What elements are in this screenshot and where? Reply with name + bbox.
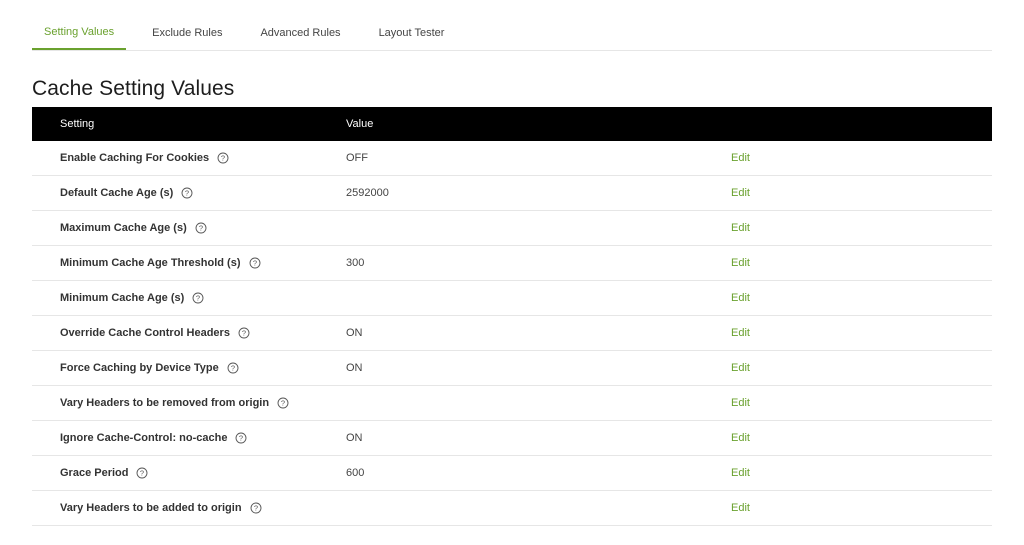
help-icon[interactable]: ?: [181, 187, 193, 199]
tab-bar: Setting Values Exclude Rules Advanced Ru…: [32, 16, 992, 51]
setting-label: Minimum Cache Age Threshold (s): [60, 257, 241, 269]
help-icon[interactable]: ?: [235, 432, 247, 444]
action-cell: Edit: [731, 257, 992, 269]
edit-link[interactable]: Edit: [731, 362, 750, 374]
table-row: Enable Caching For Cookies? OFF Edit: [32, 141, 992, 176]
setting-cell: Vary Headers to be added to origin?: [32, 502, 346, 514]
svg-text:?: ?: [196, 294, 200, 303]
edit-link[interactable]: Edit: [731, 257, 750, 269]
edit-link[interactable]: Edit: [731, 292, 750, 304]
setting-cell: Vary Headers to be removed from origin?: [32, 397, 346, 409]
setting-label: Enable Caching For Cookies: [60, 152, 210, 164]
column-header-value: Value: [346, 118, 374, 130]
edit-link[interactable]: Edit: [731, 152, 750, 164]
action-cell: Edit: [731, 327, 992, 339]
edit-link[interactable]: Edit: [731, 397, 750, 409]
setting-label: Default Cache Age (s): [60, 187, 174, 199]
svg-text:?: ?: [239, 434, 243, 443]
svg-text:?: ?: [199, 224, 203, 233]
setting-label: Grace Period: [60, 467, 129, 479]
edit-link[interactable]: Edit: [731, 327, 750, 339]
setting-label: Force Caching by Device Type: [60, 362, 219, 374]
setting-label: Ignore Cache-Control: no-cache: [60, 432, 228, 444]
help-icon[interactable]: ?: [195, 222, 207, 234]
help-icon[interactable]: ?: [249, 257, 261, 269]
value-cell: 300: [346, 257, 365, 269]
settings-table: Setting Value Enable Caching For Cookies…: [32, 107, 992, 526]
help-icon[interactable]: ?: [136, 467, 148, 479]
table-row: Vary Headers to be removed from origin? E…: [32, 386, 992, 421]
help-icon[interactable]: ?: [277, 397, 289, 409]
setting-cell: Force Caching by Device Type?: [32, 362, 346, 374]
table-row: Default Cache Age (s)? 2592000 Edit: [32, 176, 992, 211]
value-cell: ON: [346, 327, 363, 339]
setting-cell: Enable Caching For Cookies?: [32, 152, 346, 164]
help-icon[interactable]: ?: [227, 362, 239, 374]
page: Setting Values Exclude Rules Advanced Ru…: [0, 0, 1024, 545]
setting-cell: Ignore Cache-Control: no-cache?: [32, 432, 346, 444]
edit-link[interactable]: Edit: [731, 467, 750, 479]
setting-cell: Grace Period?: [32, 467, 346, 479]
action-cell: Edit: [731, 187, 992, 199]
table-row: Force Caching by Device Type? ON Edit: [32, 351, 992, 386]
setting-cell: Override Cache Control Headers?: [32, 327, 346, 339]
edit-link[interactable]: Edit: [731, 222, 750, 234]
svg-text:?: ?: [231, 364, 235, 373]
tab-exclude-rules[interactable]: Exclude Rules: [140, 16, 234, 50]
help-icon[interactable]: ?: [250, 502, 262, 514]
help-icon[interactable]: ?: [192, 292, 204, 304]
svg-text:?: ?: [281, 399, 285, 408]
action-cell: Edit: [731, 292, 992, 304]
table-header: Setting Value: [32, 107, 992, 141]
action-cell: Edit: [731, 152, 992, 164]
edit-link[interactable]: Edit: [731, 502, 750, 514]
svg-text:?: ?: [185, 189, 189, 198]
action-cell: Edit: [731, 362, 992, 374]
table-row: Grace Period? 600 Edit: [32, 456, 992, 491]
setting-cell: Minimum Cache Age (s)?: [32, 292, 346, 304]
action-cell: Edit: [731, 397, 992, 409]
action-cell: Edit: [731, 222, 992, 234]
table-row: Vary Headers to be added to origin? Edit: [32, 491, 992, 526]
setting-label: Vary Headers to be removed from origin: [60, 397, 270, 409]
tab-layout-tester[interactable]: Layout Tester: [367, 16, 457, 50]
svg-text:?: ?: [221, 154, 225, 163]
setting-cell: Maximum Cache Age (s)?: [32, 222, 346, 234]
action-cell: Edit: [731, 467, 992, 479]
action-cell: Edit: [731, 432, 992, 444]
table-row: Maximum Cache Age (s)? Edit: [32, 211, 992, 246]
svg-text:?: ?: [253, 504, 257, 513]
setting-cell: Default Cache Age (s)?: [32, 187, 346, 199]
edit-link[interactable]: Edit: [731, 432, 750, 444]
value-cell: ON: [346, 432, 363, 444]
action-cell: Edit: [731, 502, 992, 514]
tab-advanced-rules[interactable]: Advanced Rules: [248, 16, 352, 50]
column-header-setting: Setting: [60, 118, 95, 130]
svg-text:?: ?: [140, 469, 144, 478]
value-cell: 600: [346, 467, 365, 479]
help-icon[interactable]: ?: [238, 327, 250, 339]
setting-cell: Minimum Cache Age Threshold (s)?: [32, 257, 346, 269]
table-row: Ignore Cache-Control: no-cache? ON Edit: [32, 421, 992, 456]
svg-text:?: ?: [242, 329, 246, 338]
svg-text:?: ?: [252, 259, 256, 268]
value-cell: ON: [346, 362, 363, 374]
table-body: Enable Caching For Cookies? OFF Edit Defaul…: [32, 141, 992, 526]
page-title: Cache Setting Values: [32, 77, 235, 100]
tab-setting-values[interactable]: Setting Values: [32, 16, 127, 50]
table-row: Override Cache Control Headers? ON Edit: [32, 316, 992, 351]
table-row: Minimum Cache Age Threshold (s)? 300 Edit: [32, 246, 992, 281]
table-row: Minimum Cache Age (s)? Edit: [32, 281, 992, 316]
setting-label: Vary Headers to be added to origin: [60, 502, 242, 514]
value-cell: 2592000: [346, 187, 389, 199]
value-cell: OFF: [346, 152, 368, 164]
setting-label: Maximum Cache Age (s): [60, 222, 187, 234]
setting-label: Override Cache Control Headers: [60, 327, 230, 339]
edit-link[interactable]: Edit: [731, 187, 750, 199]
setting-label: Minimum Cache Age (s): [60, 292, 185, 304]
help-icon[interactable]: ?: [217, 152, 229, 164]
